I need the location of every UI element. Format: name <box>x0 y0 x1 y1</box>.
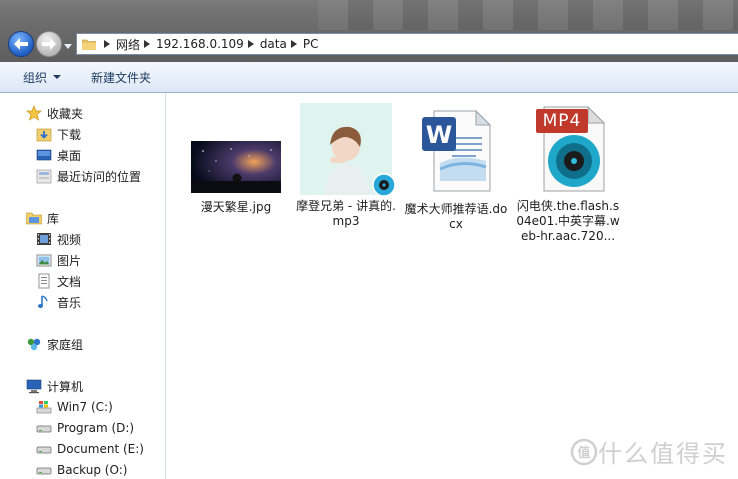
navigation-pane: 收藏夹 下载 桌面 最近访问的位置 库 视频 图片 文档 音乐 家庭组 计算机 … <box>0 93 166 479</box>
folder-icon <box>82 39 96 50</box>
file-item-jpg[interactable]: 漫天繁星.jpg <box>182 141 290 215</box>
nav-computer[interactable]: 计算机 <box>26 376 83 396</box>
breadcrumb-data[interactable]: data <box>260 37 287 51</box>
breadcrumb-host[interactable]: 192.168.0.109 <box>156 37 244 51</box>
downloads-folder-icon <box>36 128 52 142</box>
nav-homegroup[interactable]: 家庭组 <box>26 334 83 354</box>
nav-item-label: Backup (O:) <box>57 463 128 477</box>
nav-item-label: 音乐 <box>57 295 82 310</box>
homegroup-icon <box>27 338 41 351</box>
watermark: 值 什么值得买 <box>570 434 728 469</box>
titlebar-background <box>318 0 738 30</box>
svg-text:值: 值 <box>577 445 590 461</box>
nav-item-label: 下载 <box>57 127 82 142</box>
recent-places-icon <box>36 169 52 184</box>
arrow-left-icon <box>14 38 28 50</box>
nav-item-label: 文档 <box>57 274 82 289</box>
breadcrumb-separator-icon[interactable] <box>104 40 110 48</box>
image-thumbnail <box>191 141 281 193</box>
nav-item-pictures[interactable]: 图片 <box>36 250 81 270</box>
breadcrumb-pc[interactable]: PC <box>303 37 319 51</box>
music-note-icon <box>38 295 48 308</box>
nav-item-recent-places[interactable]: 最近访问的位置 <box>36 166 141 186</box>
file-name: 闪电侠.the.flash.s04e01.中英字幕.web-hr.aac.720… <box>516 199 620 243</box>
nav-favorites-label: 收藏夹 <box>47 106 84 121</box>
media-player-badge-icon <box>372 173 396 197</box>
mp4-badge: MP4 <box>536 109 588 133</box>
nav-item-downloads[interactable]: 下载 <box>36 124 81 144</box>
word-document-icon: W <box>422 109 492 192</box>
computer-icon <box>26 379 42 394</box>
file-name: 漫天繁星.jpg <box>200 200 272 214</box>
nav-item-label: 最近访问的位置 <box>57 169 142 184</box>
new-folder-label: 新建文件夹 <box>91 70 152 85</box>
organize-button[interactable]: 组织 <box>23 69 62 86</box>
file-name: 摩登兄弟 - 讲真的.mp3 <box>296 199 396 228</box>
forward-button[interactable] <box>36 31 62 57</box>
library-icon <box>26 212 42 225</box>
pictures-library-icon <box>36 254 52 267</box>
file-name: 魔术大师推荐语.docx <box>404 202 508 231</box>
album-art-thumbnail <box>300 103 396 197</box>
nav-item-label: Win7 (C:) <box>57 400 113 414</box>
nav-favorites[interactable]: 收藏夹 <box>26 103 83 123</box>
nav-libraries[interactable]: 库 <box>26 208 59 228</box>
nav-item-label: 图片 <box>57 253 82 268</box>
windows-drive-icon <box>36 401 52 414</box>
file-item-mp3[interactable]: 摩登兄弟 - 讲真的.mp3 <box>292 103 400 229</box>
documents-library-icon <box>38 273 50 289</box>
window-title-area: 网络 192.168.0.109 data PC <box>0 0 738 62</box>
breadcrumb: 网络 192.168.0.109 data PC <box>100 34 318 54</box>
hard-drive-icon <box>36 425 52 433</box>
star-icon <box>26 105 42 121</box>
nav-item-music[interactable]: 音乐 <box>36 292 81 312</box>
file-item-mp4[interactable]: MP4 闪电侠.the.flash.s04e01.中英字幕.web-hr.aac… <box>514 103 622 244</box>
arrow-right-icon <box>42 38 56 50</box>
file-item-docx[interactable]: W 魔术大师推荐语.docx <box>402 103 510 232</box>
svg-text:W: W <box>426 121 452 149</box>
nav-item-label: 桌面 <box>57 148 82 163</box>
file-list: 漫天繁星.jpg 摩登兄弟 - 讲真的.mp3 W 魔术大师推荐语.docx M… <box>166 93 738 479</box>
watermark-logo-icon: 值 <box>570 438 598 465</box>
nav-libraries-label: 库 <box>47 211 60 226</box>
nav-item-drive-o[interactable]: Backup (O:) <box>36 460 127 479</box>
chevron-down-icon <box>53 75 62 79</box>
breadcrumb-separator-icon[interactable] <box>144 40 151 48</box>
nav-item-videos[interactable]: 视频 <box>36 229 81 249</box>
nav-item-drive-d[interactable]: Program (D:) <box>36 418 134 438</box>
nav-item-documents[interactable]: 文档 <box>36 271 81 291</box>
new-folder-button[interactable]: 新建文件夹 <box>91 69 151 86</box>
organize-label: 组织 <box>23 70 48 85</box>
hard-drive-icon <box>36 446 52 454</box>
nav-computer-label: 计算机 <box>47 379 84 394</box>
nav-item-drive-c[interactable]: Win7 (C:) <box>36 397 113 417</box>
nav-item-desktop[interactable]: 桌面 <box>36 145 81 165</box>
command-bar: 组织 新建文件夹 <box>0 62 738 93</box>
mp4-badge-label: MP4 <box>542 111 582 131</box>
address-bar[interactable]: 网络 192.168.0.109 data PC <box>76 33 738 55</box>
nav-item-label: 视频 <box>57 232 82 247</box>
desktop-icon <box>36 149 52 161</box>
back-button[interactable] <box>8 31 34 57</box>
nav-item-drive-e[interactable]: Document (E:) <box>36 439 144 459</box>
nav-item-label: Program (D:) <box>57 421 135 435</box>
nav-item-label: Document (E:) <box>57 442 144 456</box>
nav-homegroup-label: 家庭组 <box>47 337 84 352</box>
video-file-icon: MP4 <box>522 103 614 195</box>
hard-drive-icon <box>36 467 52 475</box>
recent-pages-dropdown-icon[interactable] <box>63 41 73 51</box>
breadcrumb-separator-icon[interactable] <box>290 40 297 48</box>
breadcrumb-separator-icon[interactable] <box>247 40 254 48</box>
video-library-icon <box>37 233 51 245</box>
watermark-text: 什么值得买 <box>598 440 728 468</box>
breadcrumb-network[interactable]: 网络 <box>116 36 140 53</box>
